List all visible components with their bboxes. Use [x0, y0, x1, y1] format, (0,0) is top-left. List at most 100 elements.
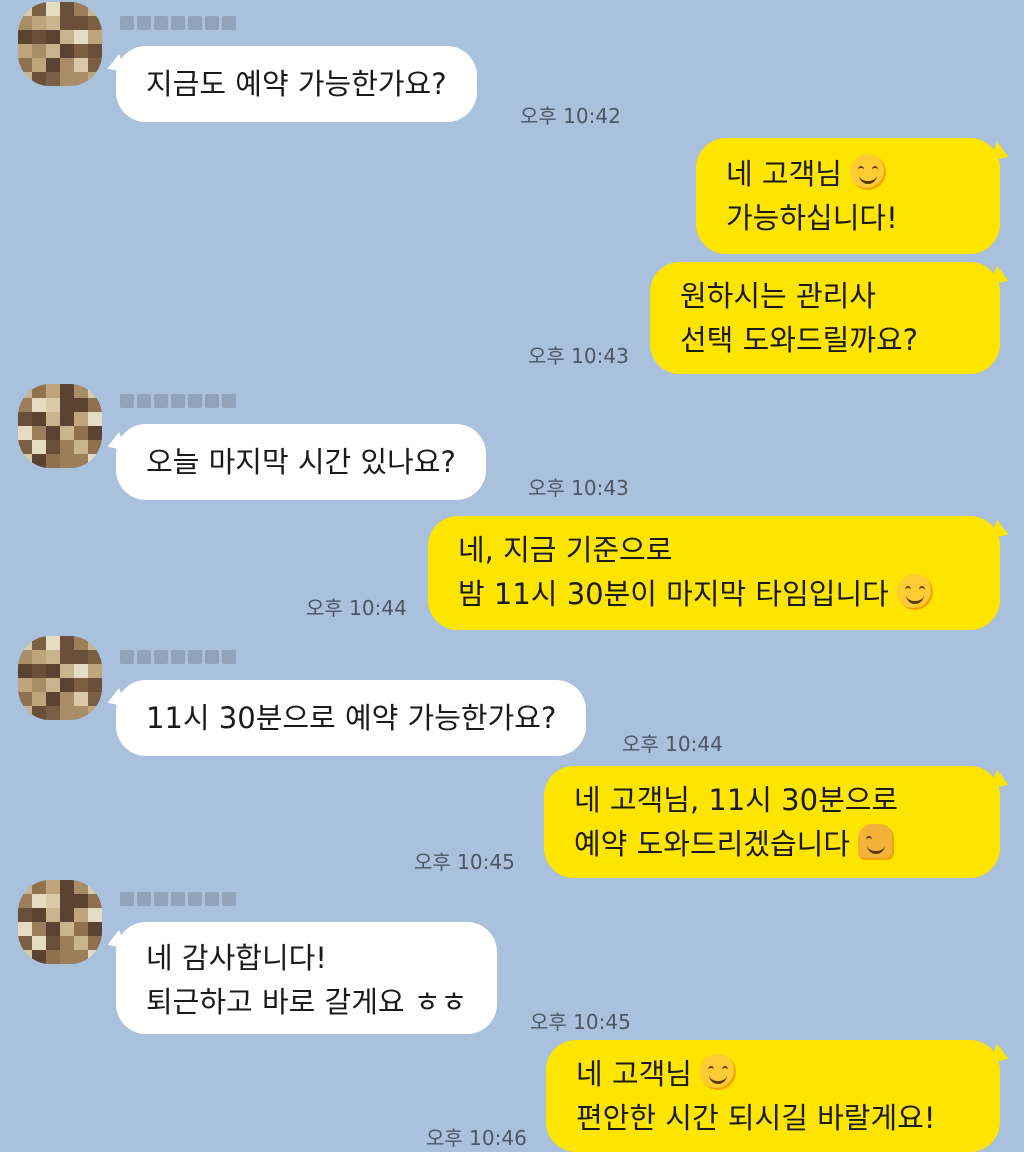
avatar-pixel	[46, 44, 60, 58]
avatar-pixel	[60, 412, 74, 426]
avatar-pixel	[88, 30, 102, 44]
avatar-pixel	[32, 412, 46, 426]
avatar-pixel	[60, 426, 74, 440]
avatar-pixel	[74, 706, 88, 720]
avatar-pixel	[32, 636, 46, 650]
avatar-pixel	[32, 908, 46, 922]
incoming-message-bubble[interactable]: 지금도 예약 가능한가요?	[116, 46, 477, 122]
avatar-pixel	[60, 908, 74, 922]
avatar-pixel	[74, 426, 88, 440]
avatar[interactable]	[18, 636, 102, 720]
smiling-face-icon	[849, 154, 886, 190]
avatar-pixel	[60, 692, 74, 706]
avatar-pixel	[32, 692, 46, 706]
avatar-pixel	[46, 950, 60, 964]
avatar-pixel	[32, 880, 46, 894]
avatar-pixel	[88, 706, 102, 720]
avatar-pixel	[18, 30, 32, 44]
outgoing-message-bubble[interactable]: 네 고객님 편안한 시간 되시길 바랄게요!	[546, 1040, 1000, 1152]
message-text: 네 감사합니다!	[146, 941, 327, 975]
avatar-pixel	[60, 454, 74, 468]
incoming-message-bubble[interactable]: 네 감사합니다! 퇴근하고 바로 갈게요 ㅎㅎ	[116, 922, 498, 1034]
avatar-pixel	[46, 922, 60, 936]
avatar-pixel	[88, 908, 102, 922]
avatar-pixel	[60, 678, 74, 692]
avatar-pixel	[88, 950, 102, 964]
outgoing-message-bubble[interactable]: 네 고객님 가능하십니다!	[696, 138, 1000, 254]
avatar-pixel	[88, 426, 102, 440]
avatar-pixel	[74, 30, 88, 44]
avatar[interactable]	[18, 2, 102, 86]
message-text: 네 고객님	[726, 157, 842, 191]
message-text: 밤 11시 30분이 마지막 타임입니다	[458, 577, 889, 611]
avatar-pixel	[74, 636, 88, 650]
avatar-pixel	[60, 922, 74, 936]
avatar-pixel	[46, 58, 60, 72]
avatar-pixel	[32, 650, 46, 664]
avatar-pixel	[18, 650, 32, 664]
avatar-pixel	[74, 650, 88, 664]
incoming-message-bubble[interactable]: 11시 30분으로 예약 가능한가요?	[116, 680, 587, 756]
avatar-pixel	[32, 426, 46, 440]
avatar-pixel	[18, 922, 32, 936]
avatar-pixel	[46, 894, 60, 908]
message-text: 네 고객님	[576, 1057, 692, 1091]
incoming-message-bubble[interactable]: 오늘 마지막 시간 있나요?	[116, 424, 486, 500]
avatar-pixel	[88, 664, 102, 678]
avatar-pixel	[88, 384, 102, 398]
avatar-pixel	[46, 72, 60, 86]
avatar-pixel	[74, 2, 88, 16]
avatar-pixel	[32, 664, 46, 678]
outgoing-message-bubble[interactable]: 네 고객님, 11시 30분으로 예약 도와드리겠습니다	[544, 766, 1000, 878]
avatar-pixel	[18, 44, 32, 58]
avatar-pixel	[74, 72, 88, 86]
message-text: 예약 도와드리겠습니다	[574, 827, 851, 861]
message-timestamp: 오후 10:44	[306, 596, 407, 620]
avatar-pixel	[18, 894, 32, 908]
message-text: 선택 도와드릴까요?	[680, 323, 919, 357]
avatar-pixel	[60, 58, 74, 72]
avatar-pixel	[32, 950, 46, 964]
message-timestamp: 오후 10:42	[520, 104, 621, 128]
avatar-pixel	[88, 2, 102, 16]
avatar-pixel	[18, 412, 32, 426]
avatar[interactable]	[18, 384, 102, 468]
avatar-pixel	[32, 384, 46, 398]
avatar-pixel	[32, 922, 46, 936]
avatar-pixel	[18, 58, 32, 72]
avatar-pixel	[32, 2, 46, 16]
avatar-pixel	[60, 72, 74, 86]
avatar-pixel	[74, 664, 88, 678]
avatar[interactable]	[18, 880, 102, 964]
outgoing-message-bubble[interactable]: 원하시는 관리사 선택 도와드릴까요?	[650, 262, 1000, 374]
avatar-pixel	[46, 16, 60, 30]
avatar-pixel	[74, 58, 88, 72]
avatar-pixel	[32, 440, 46, 454]
message-text: 11시 30분으로 예약 가능한가요?	[146, 701, 557, 735]
avatar-pixel	[60, 30, 74, 44]
avatar-pixel	[60, 664, 74, 678]
avatar-pixel	[74, 412, 88, 426]
avatar-pixel	[88, 936, 102, 950]
avatar-pixel	[74, 922, 88, 936]
message-timestamp: 오후 10:43	[528, 476, 629, 500]
avatar-pixel	[18, 398, 32, 412]
avatar-pixel	[74, 894, 88, 908]
avatar-pixel	[18, 936, 32, 950]
avatar-pixel	[74, 16, 88, 30]
avatar-pixel	[88, 72, 102, 86]
avatar-pixel	[60, 950, 74, 964]
smiling-face-icon	[896, 574, 933, 610]
avatar-pixel	[18, 454, 32, 468]
avatar-pixel	[18, 2, 32, 16]
avatar-pixel	[46, 2, 60, 16]
avatar-pixel	[74, 908, 88, 922]
avatar-pixel	[88, 398, 102, 412]
avatar-pixel	[88, 880, 102, 894]
avatar-pixel	[46, 664, 60, 678]
avatar-pixel	[60, 706, 74, 720]
avatar-pixel	[46, 880, 60, 894]
avatar-pixel	[18, 384, 32, 398]
outgoing-message-bubble[interactable]: 네, 지금 기준으로 밤 11시 30분이 마지막 타임입니다	[428, 516, 1000, 630]
avatar-pixel	[46, 636, 60, 650]
